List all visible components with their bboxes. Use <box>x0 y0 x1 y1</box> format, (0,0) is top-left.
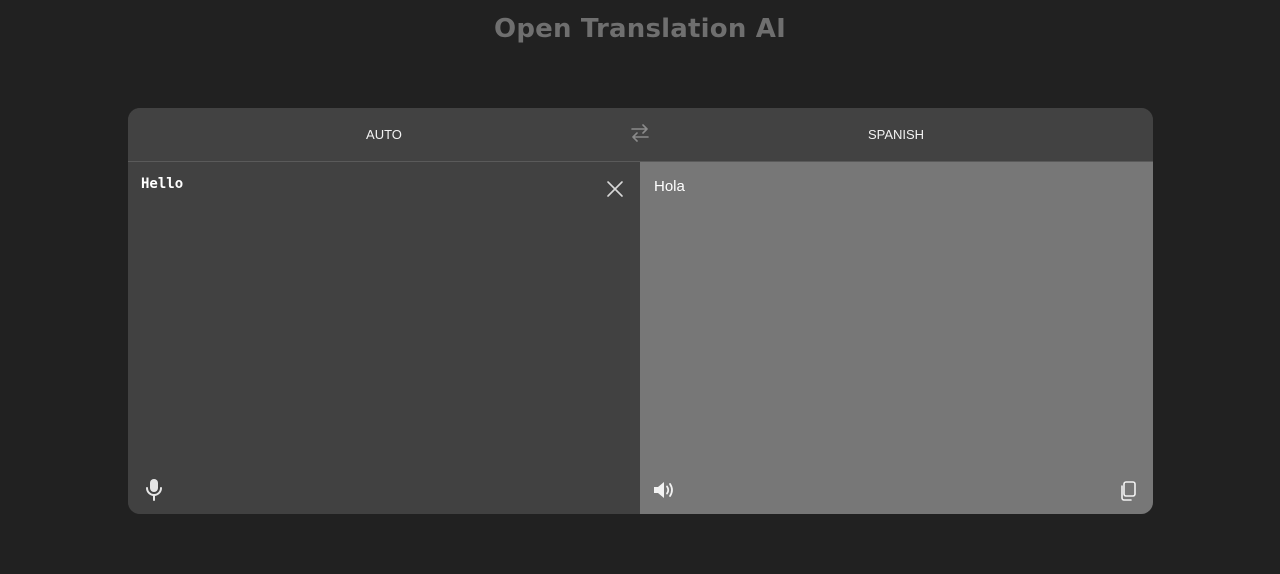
copy-icon <box>1121 481 1136 501</box>
translated-text: Hola <box>654 178 685 195</box>
target-language-selector[interactable]: SPANISH <box>640 108 1152 161</box>
target-pane: Hola <box>640 162 1153 514</box>
language-bar: AUTO SPANISH <box>128 108 1153 162</box>
app-title: Open Translation AI <box>494 14 786 44</box>
source-text-input[interactable]: Hello <box>141 176 581 456</box>
translator-card: AUTO SPANISH Hello Hola <box>128 108 1153 514</box>
speak-translation-button[interactable] <box>652 479 678 501</box>
microphone-button[interactable] <box>144 478 164 502</box>
speaker-icon <box>654 482 673 498</box>
copy-translation-button[interactable] <box>1118 480 1138 502</box>
source-language-selector[interactable]: AUTO <box>128 108 640 161</box>
microphone-icon <box>146 479 162 501</box>
close-icon <box>607 181 623 197</box>
source-pane: Hello <box>128 162 640 514</box>
clear-button[interactable] <box>605 179 625 199</box>
